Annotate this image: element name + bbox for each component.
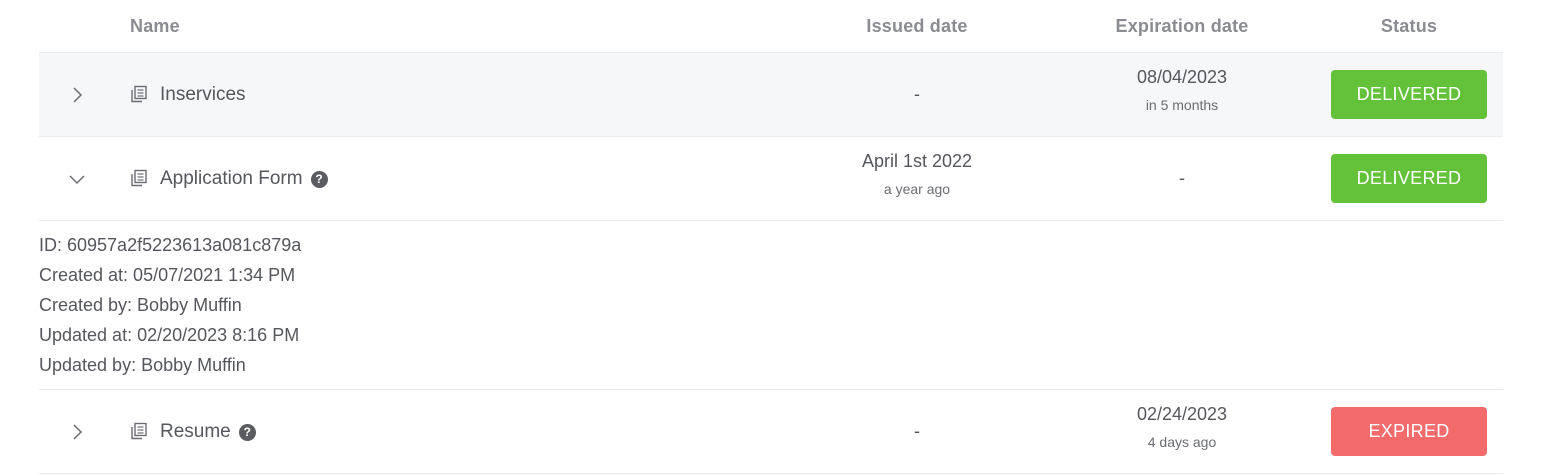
table-row[interactable]: Resume ? - 02/24/2023 4 days ago EXPIRED	[39, 390, 1503, 474]
expiration-date: 08/04/2023	[1136, 67, 1228, 87]
issued-date-cell: -	[767, 421, 1067, 442]
issued-date-cell: -	[767, 84, 1067, 105]
document-copy-icon	[130, 169, 148, 187]
help-icon[interactable]: ?	[310, 170, 328, 188]
issued-date: April 1st 2022	[861, 151, 973, 171]
document-name-label: Application Form	[160, 168, 303, 189]
chevron-right-icon[interactable]	[67, 422, 87, 442]
status-badge[interactable]: DELIVERED	[1331, 70, 1487, 119]
document-name[interactable]: Application Form ?	[160, 168, 328, 190]
issued-date-cell: April 1st 2022 a year ago	[767, 151, 1067, 197]
expiration-relative: 4 days ago	[1147, 434, 1217, 450]
help-icon[interactable]: ?	[238, 423, 256, 441]
detail-updated-by: Updated by: Bobby Muffin	[39, 355, 246, 375]
expiration-date: -	[1179, 168, 1185, 188]
expiration-relative: in 5 months	[1145, 97, 1219, 113]
table-header: Name Issued date Expiration date Status	[39, 0, 1503, 53]
table-row[interactable]: Application Form ? April 1st 2022 a year…	[39, 137, 1503, 221]
document-name[interactable]: Resume ?	[160, 421, 256, 443]
expiration-date-cell: 08/04/2023 in 5 months	[1032, 67, 1332, 113]
chevron-right-icon[interactable]	[67, 85, 87, 105]
document-name-label: Resume	[160, 421, 231, 442]
detail-id: ID: 60957a2f5223613a081c879a	[39, 235, 302, 255]
status-badge[interactable]: EXPIRED	[1331, 407, 1487, 456]
documents-table: Name Issued date Expiration date Status …	[39, 0, 1503, 474]
document-name-label: Inservices	[160, 84, 246, 105]
column-header-status[interactable]: Status	[1209, 16, 1550, 37]
table-row[interactable]: Inservices - 08/04/2023 in 5 months DELI…	[39, 53, 1503, 137]
expiration-date-cell: 02/24/2023 4 days ago	[1032, 404, 1332, 450]
status-badge[interactable]: DELIVERED	[1331, 154, 1487, 203]
detail-created-by: Created by: Bobby Muffin	[39, 295, 242, 315]
issued-relative: a year ago	[883, 181, 951, 197]
detail-updated-at: Updated at: 02/20/2023 8:16 PM	[39, 325, 300, 345]
document-copy-icon	[130, 85, 148, 103]
row-details-panel: ID: 60957a2f5223613a081c879a Created at:…	[39, 221, 1503, 390]
detail-created-at: Created at: 05/07/2021 1:34 PM	[39, 265, 296, 285]
document-name[interactable]: Inservices	[160, 84, 246, 106]
issued-date: -	[914, 421, 920, 441]
expiration-date-cell: -	[1032, 168, 1332, 189]
expiration-date: 02/24/2023	[1136, 404, 1228, 424]
document-copy-icon	[130, 422, 148, 440]
column-header-name[interactable]: Name	[130, 16, 180, 37]
chevron-down-icon[interactable]	[67, 169, 87, 189]
issued-date: -	[914, 84, 920, 104]
